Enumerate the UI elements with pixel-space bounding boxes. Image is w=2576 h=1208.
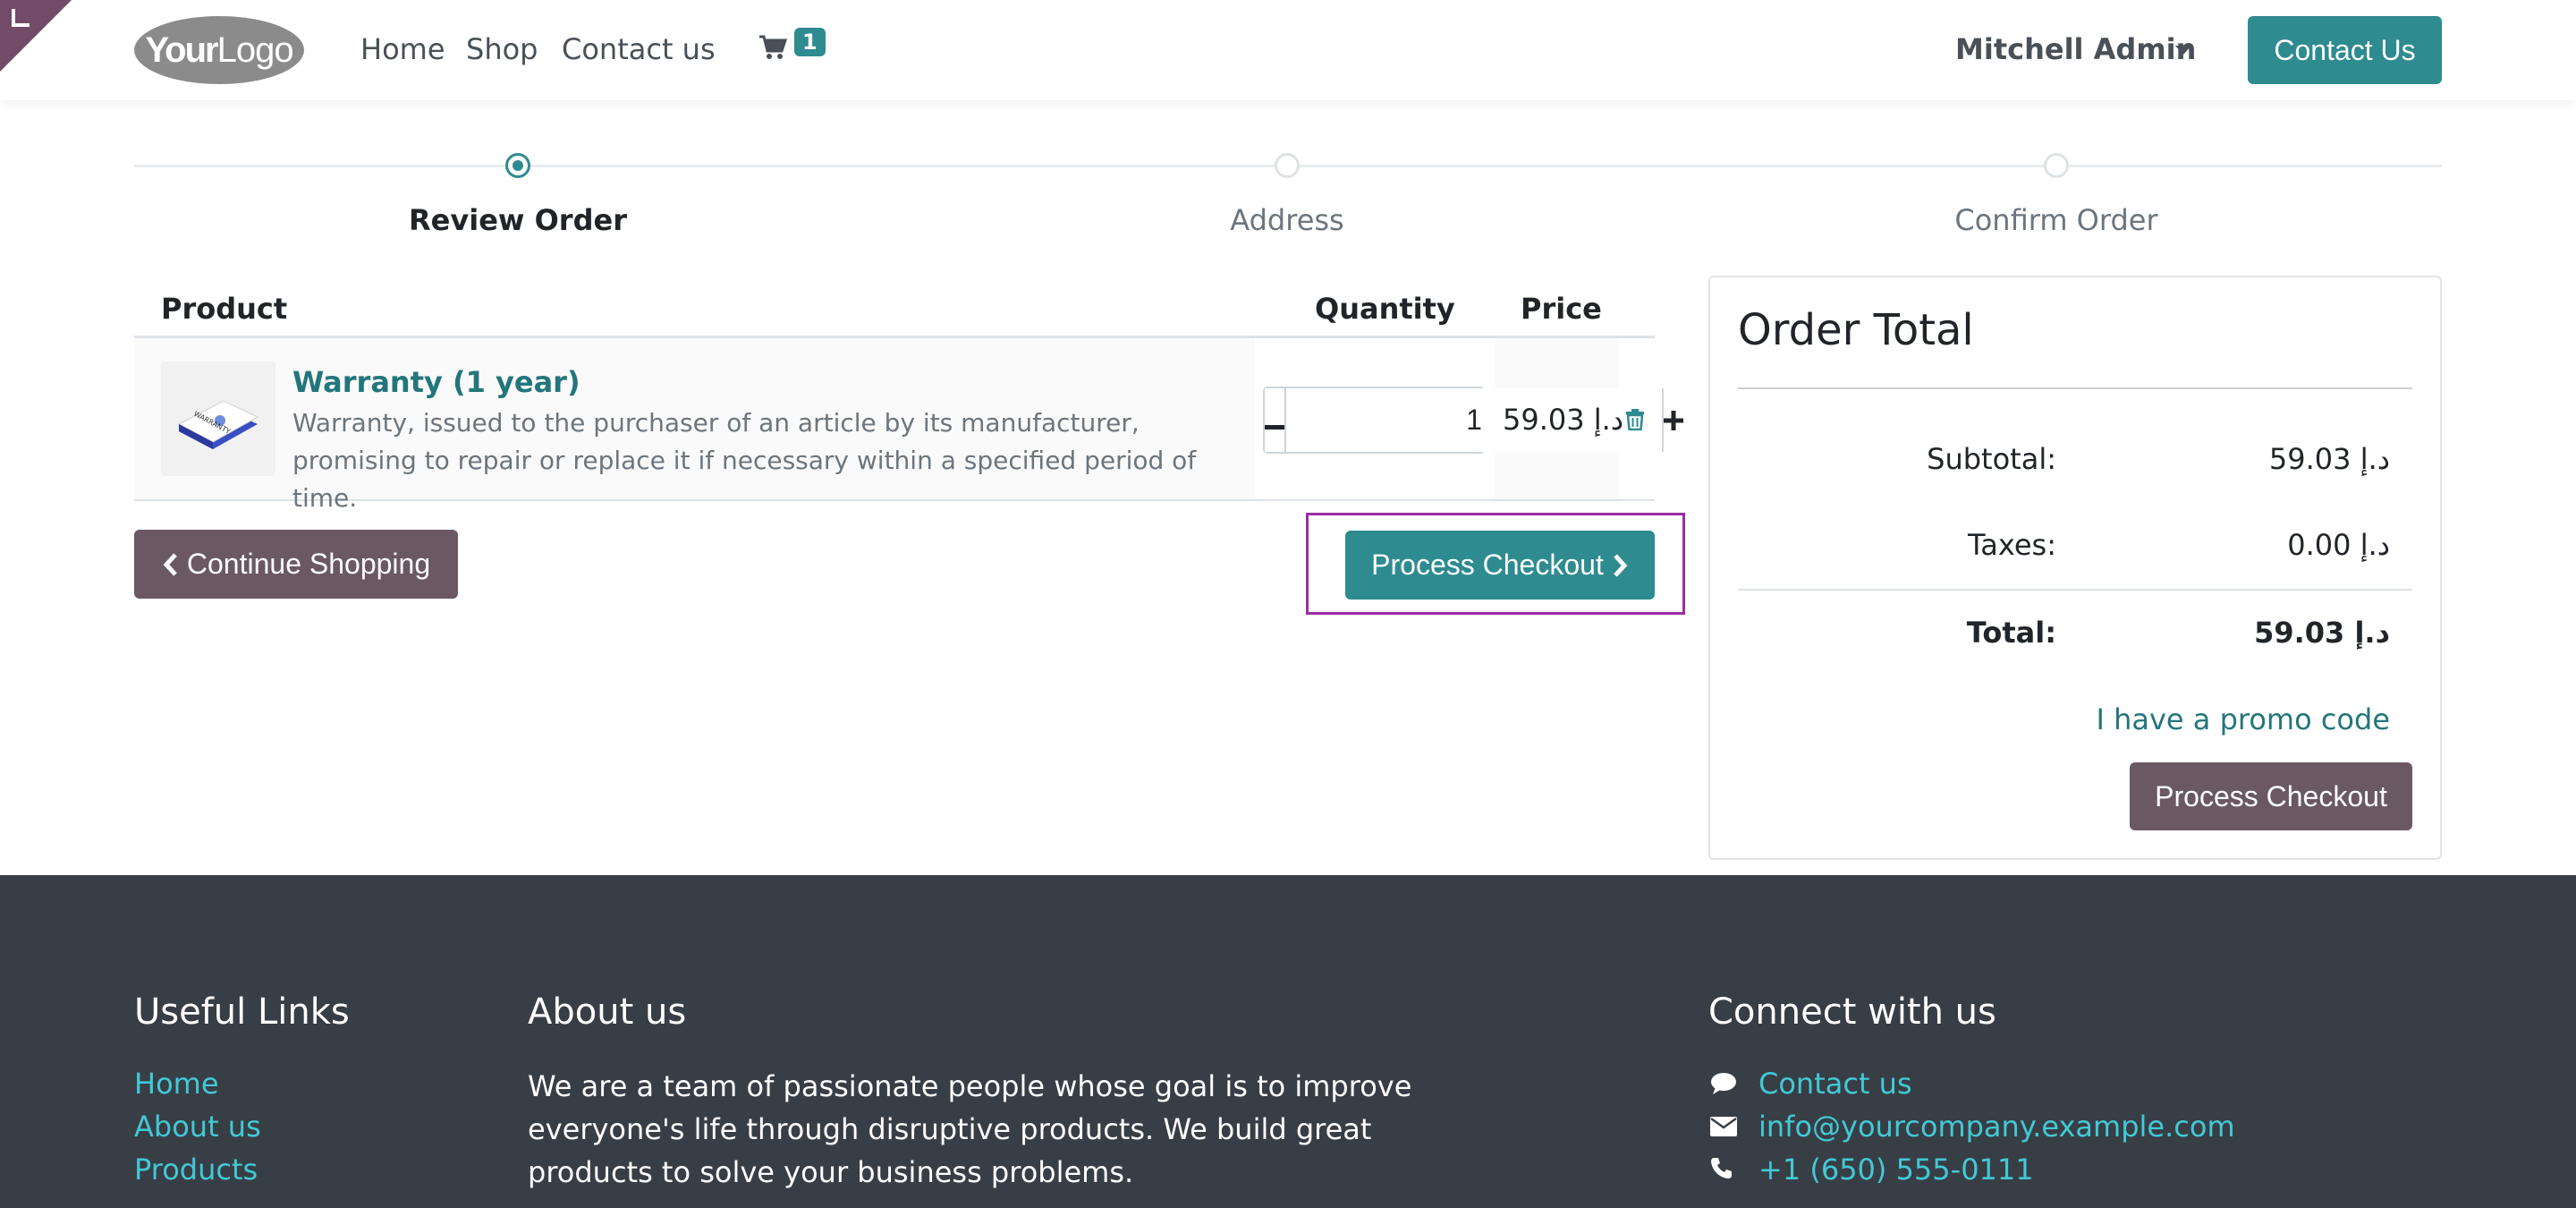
order-total-divider <box>1738 387 2412 389</box>
site-logo[interactable]: Your Logo <box>134 16 304 84</box>
process-checkout-label: Process Checkout <box>1371 549 1604 581</box>
chevron-left-icon <box>163 552 177 576</box>
contact-us-button[interactable]: Contact Us <box>2248 16 2442 84</box>
subtotal-value: 59.03 د.إ <box>2268 442 2390 476</box>
continue-shopping-label: Continue Shopping <box>186 548 431 580</box>
corner-arrow-icon <box>12 9 30 27</box>
process-checkout-summary-button[interactable]: Process Checkout <box>2130 762 2412 830</box>
subtotal-label: Subtotal: <box>1927 442 2056 476</box>
footer-contact-link[interactable]: Contact us <box>1758 1067 1912 1101</box>
comment-icon <box>1710 1072 1737 1099</box>
chevron-right-icon <box>1613 553 1628 577</box>
column-header-price: Price <box>1521 292 1602 326</box>
step-label-confirm-order: Confirm Order <box>1954 203 2158 237</box>
envelope-icon <box>1710 1117 1737 1140</box>
column-header-product: Product <box>161 292 288 326</box>
decrease-quantity-button[interactable] <box>1265 388 1286 452</box>
nav-contact-us[interactable]: Contact us <box>562 32 716 66</box>
step-label-review-order: Review Order <box>409 203 627 237</box>
total-label: Total: <box>1966 616 2056 650</box>
quantity-stepper <box>1263 387 1683 454</box>
order-total-title: Order Total <box>1738 305 1974 355</box>
total-divider <box>1738 589 2412 591</box>
trash-icon[interactable] <box>1625 409 1645 434</box>
process-checkout-button[interactable]: Process Checkout <box>1345 531 1655 600</box>
nav-home[interactable]: Home <box>360 32 445 66</box>
footer-link-home[interactable]: Home <box>134 1067 219 1101</box>
cart-count-badge: 1 <box>794 28 826 56</box>
increase-quantity-button[interactable] <box>1662 388 1683 452</box>
about-us-title: About us <box>528 991 687 1033</box>
useful-links-title: Useful Links <box>134 991 350 1033</box>
edit-mode-corner[interactable] <box>0 0 72 72</box>
footer-link-about-us[interactable]: About us <box>134 1110 261 1144</box>
connect-title: Connect with us <box>1708 991 1996 1033</box>
user-menu[interactable]: Mitchell Admin <box>1955 32 2196 66</box>
taxes-label: Taxes: <box>1968 528 2056 562</box>
about-us-text: We are a team of passionate people whose… <box>528 1069 1412 1189</box>
minus-icon <box>1265 425 1284 430</box>
footer-email-link[interactable]: info@yourcompany.example.com <box>1758 1110 2235 1144</box>
total-value: 59.03 د.إ <box>2254 616 2390 650</box>
nav-shop[interactable]: Shop <box>466 32 538 66</box>
plus-icon <box>1664 411 1683 430</box>
step-dot-address <box>1275 153 1300 178</box>
step-label-address: Address <box>1230 203 1344 237</box>
taxes-value: 0.00 د.إ <box>2287 528 2390 562</box>
footer-phone-link[interactable]: +1 (650) 555-0111 <box>1758 1153 2034 1187</box>
product-image[interactable]: WARRANTY <box>161 362 275 476</box>
phone-icon <box>1710 1156 1733 1183</box>
product-description: Warranty, issued to the purchaser of an … <box>292 408 1197 513</box>
footer-link-products[interactable]: Products <box>134 1153 258 1187</box>
chevron-down-icon[interactable] <box>2175 46 2191 55</box>
continue-shopping-button[interactable]: Continue Shopping <box>134 530 458 599</box>
column-header-quantity: Quantity <box>1315 292 1455 326</box>
promo-code-link[interactable]: I have a promo code <box>2021 702 2390 736</box>
step-dot-confirm-order <box>2044 153 2069 178</box>
logo-text-light: Logo <box>216 30 294 70</box>
logo-text-bold: Your <box>145 30 218 70</box>
cart-icon[interactable] <box>758 34 788 64</box>
line-price: 59.03 د.إ <box>1503 403 1624 437</box>
product-name-link[interactable]: Warranty (1 year) <box>292 365 580 399</box>
step-dot-review-order <box>505 153 530 178</box>
